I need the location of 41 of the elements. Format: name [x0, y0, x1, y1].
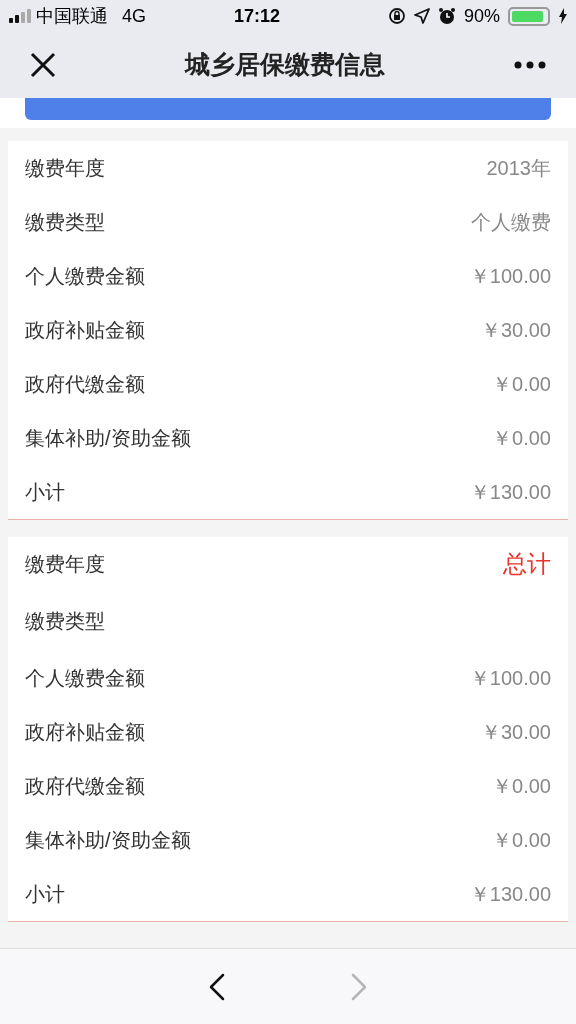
field-label: 集体补助/资助金额	[25, 426, 191, 451]
field-label: 缴费年度	[25, 552, 105, 577]
carrier-name: 中国联通	[36, 4, 108, 28]
field-value: 2013年	[486, 156, 551, 181]
field-label: 集体补助/资助金额	[25, 828, 191, 853]
page-title: 城乡居保缴费信息	[185, 49, 385, 81]
field-label: 政府代缴金额	[25, 372, 145, 397]
field-value: ￥30.00	[480, 318, 551, 343]
field-label: 小计	[25, 480, 65, 505]
field-value: ￥0.00	[492, 426, 551, 451]
field-label: 个人缴费金额	[25, 264, 145, 289]
field-label: 政府补贴金额	[25, 318, 145, 343]
field-label: 小计	[25, 882, 65, 907]
clock-time: 17:12	[234, 4, 281, 28]
battery-percent: 90%	[463, 4, 500, 28]
field-label: 个人缴费金额	[25, 666, 145, 691]
field-value: 个人缴费	[471, 210, 551, 235]
field-label: 政府补贴金额	[25, 720, 145, 745]
field-value: ￥130.00	[469, 480, 551, 505]
field-value: ￥30.00	[480, 720, 551, 745]
more-icon[interactable]	[514, 61, 546, 69]
field-value: ￥100.00	[469, 264, 551, 289]
signal-icon	[8, 9, 34, 23]
field-label: 缴费类型	[25, 210, 105, 235]
rotation-lock-icon	[387, 7, 406, 25]
field-value: 总计	[503, 549, 551, 579]
field-label: 政府代缴金额	[25, 774, 145, 799]
network-type: 4G	[122, 4, 146, 28]
close-icon[interactable]	[30, 52, 56, 78]
back-icon[interactable]	[209, 972, 225, 1001]
location-icon	[413, 8, 430, 24]
field-value: ￥0.00	[492, 372, 551, 397]
field-label: 缴费类型	[25, 609, 105, 634]
field-label: 缴费年度	[25, 156, 105, 181]
field-value: ￥100.00	[469, 666, 551, 691]
alarm-icon	[437, 7, 456, 25]
field-value: ￥130.00	[469, 882, 551, 907]
battery-icon	[508, 6, 550, 26]
field-value: ￥0.00	[492, 828, 551, 853]
charging-icon	[558, 8, 568, 24]
field-value: ￥0.00	[492, 774, 551, 799]
